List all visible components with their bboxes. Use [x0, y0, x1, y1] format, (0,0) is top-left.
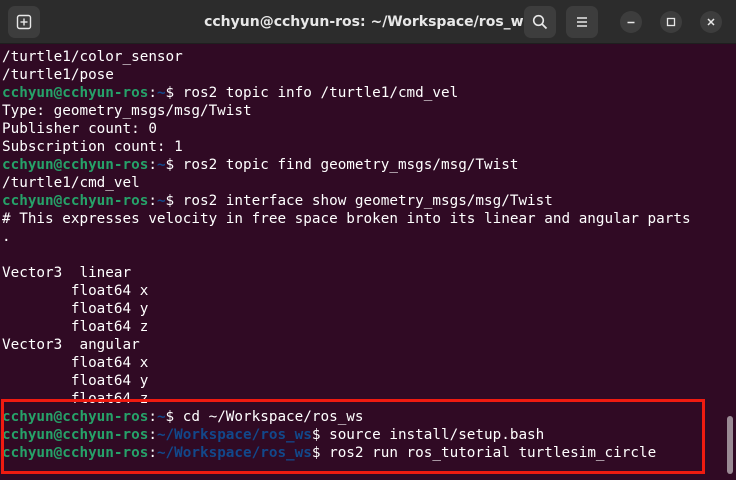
- prompt-line: cchyun@cchyun-ros:~$ cd ~/Workspace/ros_…: [2, 408, 364, 426]
- minimize-button[interactable]: [620, 11, 642, 33]
- minimize-icon: [627, 21, 635, 24]
- close-button[interactable]: [700, 11, 722, 33]
- title-bar: cchyun@cchyun-ros: ~/Workspace/ros_ws: [0, 0, 736, 44]
- new-tab-icon: [16, 14, 32, 30]
- prompt-line: cchyun@cchyun-ros:~/Workspace/ros_ws$ ro…: [2, 444, 656, 462]
- prompt-separator: :: [148, 445, 157, 461]
- prompt-line: cchyun@cchyun-ros:~$ ros2 topic find geo…: [2, 156, 518, 174]
- output-line: Publisher count: 0: [2, 121, 157, 137]
- output-line: .: [2, 229, 11, 245]
- output-line: float64 z: [2, 391, 149, 407]
- output-line: float64 y: [2, 301, 149, 317]
- command-text: $ cd ~/Workspace/ros_ws: [165, 409, 364, 425]
- prompt-line: cchyun@cchyun-ros:~/Workspace/ros_ws$ so…: [2, 426, 544, 444]
- output-line: Vector3 linear: [2, 265, 132, 281]
- command-text: $ ros2 run ros_tutorial turtlesim_circle: [311, 445, 657, 461]
- prompt-path: ~/Workspace/ros_ws: [156, 445, 312, 461]
- search-icon: [532, 14, 548, 30]
- prompt-path: ~: [156, 193, 166, 209]
- prompt-path: ~: [156, 409, 166, 425]
- terminal-output[interactable]: /turtle1/color_sensor/turtle1/pose cchyun…: [0, 44, 724, 480]
- close-icon: [707, 18, 715, 26]
- output-line: Subscription count: 1: [2, 139, 183, 155]
- hamburger-menu-icon: [577, 17, 587, 27]
- prompt-separator: :: [148, 427, 157, 443]
- scrollbar-track[interactable]: [724, 44, 736, 480]
- prompt-user: cchyun@cchyun-ros: [2, 193, 149, 209]
- prompt-user: cchyun@cchyun-ros: [2, 427, 149, 443]
- prompt-user: cchyun@cchyun-ros: [2, 409, 149, 425]
- output-line: Vector3 angular: [2, 337, 140, 353]
- prompt-user: cchyun@cchyun-ros: [2, 157, 149, 173]
- prompt-line: cchyun@cchyun-ros:~$ ros2 interface show…: [2, 192, 553, 210]
- search-button[interactable]: [524, 6, 556, 38]
- prompt-path: ~/Workspace/ros_ws: [156, 427, 312, 443]
- output-line: float64 y: [2, 373, 149, 389]
- maximize-button[interactable]: [660, 11, 682, 33]
- prompt-user: cchyun@cchyun-ros: [2, 445, 149, 461]
- output-line: # This expresses velocity in free space …: [2, 211, 691, 227]
- prompt-user: cchyun@cchyun-ros: [2, 85, 149, 101]
- maximize-icon: [666, 17, 676, 27]
- prompt-line: cchyun@cchyun-ros:~$ ros2 topic info /tu…: [2, 84, 458, 102]
- command-text: $ ros2 topic find geometry_msgs/msg/Twis…: [165, 157, 519, 173]
- prompt-separator: :: [148, 157, 157, 173]
- new-tab-button[interactable]: [8, 6, 40, 38]
- output-line: /turtle1/cmd_vel: [2, 175, 140, 191]
- output-line: Type: geometry_msgs/msg/Twist: [2, 103, 252, 119]
- output-line: float64 x: [2, 283, 149, 299]
- output-line: float64 z: [2, 319, 149, 335]
- command-text: $ ros2 interface show geometry_msgs/msg/…: [165, 193, 553, 209]
- prompt-separator: :: [148, 409, 157, 425]
- command-text: $ ros2 topic info /turtle1/cmd_vel: [165, 85, 459, 101]
- prompt-separator: :: [148, 85, 157, 101]
- output-line: /turtle1/color_sensor: [2, 49, 183, 65]
- command-text: $ source install/setup.bash: [311, 427, 545, 443]
- prompt-path: ~: [156, 157, 166, 173]
- prompt-path: ~: [156, 85, 166, 101]
- prompt-separator: :: [148, 193, 157, 209]
- output-line: /turtle1/pose: [2, 67, 114, 83]
- menu-button[interactable]: [566, 6, 598, 38]
- output-line: float64 x: [2, 355, 149, 371]
- scrollbar-thumb[interactable]: [727, 416, 733, 474]
